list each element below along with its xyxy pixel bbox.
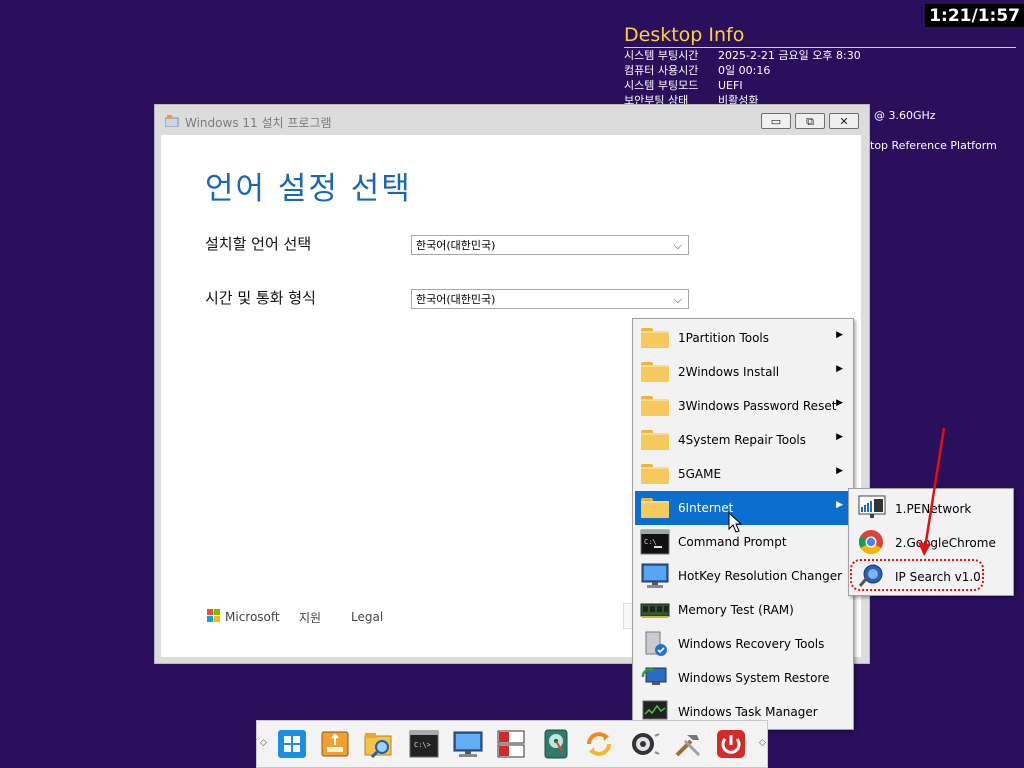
chevron-down-icon: ⌵ [673,293,682,306]
desktop-info-row: 시스템 부팅시간 2025-2-21 금요일 오후 8:30 [624,48,1016,63]
submenu-arrow-icon: ▶ [836,432,843,442]
submenu-arrow-icon: ▶ [836,398,843,408]
window-title: Windows 11 설치 프로그램 [185,116,332,130]
window-titlebar[interactable]: Windows 11 설치 프로그램 ▭ ⧉ ✕ [155,105,869,137]
submenu-arrow-icon: ▶ [836,500,843,510]
command-prompt-icon: C:\ [640,529,670,555]
menu-item-label: Windows System Restore [678,671,830,685]
menu-item-label: Memory Test (RAM) [678,603,794,617]
settings-icon[interactable] [627,727,661,761]
menu-item-label: 5GAME [678,467,722,481]
taskbar-scroll-right-button[interactable]: ◇ [759,738,766,748]
platform-info-text: top Reference Platform [870,139,997,152]
power-icon[interactable] [714,727,748,761]
folder-icon [641,430,669,450]
chrome-icon [858,530,883,555]
menu-item-label: 2Windows Install [678,365,780,379]
desktop-info-panel: Desktop Info 시스템 부팅시간 2025-2-21 금요일 오후 8:… [624,24,1016,108]
ip-search-highlight-annotation [850,559,984,591]
mouse-cursor-icon [728,512,743,533]
folder-icon [641,328,669,348]
submenu-item-label: 1.PENetwork [895,502,972,516]
taskbar: ◇ ◇ C:\> [256,720,768,768]
info-value: 2025-2-21 금요일 오후 8:30 [718,49,861,62]
submenu-arrow-icon: ▶ [836,364,843,374]
restore-button[interactable]: ⧉ [795,113,825,129]
minimize-button[interactable]: ▭ [761,113,791,129]
submenu-arrow-icon: ▶ [836,466,843,476]
menu-item-system-repair[interactable]: 4System Repair Tools ▶ [635,423,851,457]
menu-item-label: 4System Repair Tools [678,433,806,447]
menu-item-partition-tools[interactable]: 1Partition Tools ▶ [635,321,851,355]
menu-item-label: HotKey Resolution Changer [678,569,843,583]
menu-item-game[interactable]: 5GAME ▶ [635,457,851,491]
time-format-select-value: 한국어(대한민국) [416,293,496,306]
info-key: 시스템 부팅모드 [624,79,699,92]
partition-tool-icon[interactable] [494,727,528,761]
windows-start-icon[interactable] [275,727,309,761]
tools-icon[interactable] [671,727,705,761]
menu-item-password-reset[interactable]: 3Windows Password Reset ▶ [635,389,851,423]
folder-icon [641,396,669,416]
language-label: 설치할 언어 선택 [205,235,312,253]
menu-item-label: Command Prompt [678,535,787,549]
cpu-info-text: @ 3.60GHz [874,109,936,122]
monitor-icon [641,563,669,588]
menu-item-windows-install[interactable]: 2Windows Install ▶ [635,355,851,389]
microsoft-brand: Microsoft [225,610,280,624]
menu-item-label: 6Internet [678,501,734,515]
page-title: 언어 설정 선택 [205,171,412,207]
language-select-value: 한국어(대한민국) [416,239,496,252]
folder-icon [641,464,669,484]
command-prompt-icon[interactable]: C:\> [407,727,441,761]
info-value: 0일 00:16 [718,64,771,77]
desktop-info-row: 시스템 부팅모드 UEFI [624,78,1016,93]
submenu-arrow-icon: ▶ [836,330,843,340]
time-format-label: 시간 및 통화 형식 [205,289,316,307]
sync-icon[interactable] [582,727,616,761]
support-link[interactable]: 지원 [299,609,321,626]
recovery-icon [645,631,667,656]
setup-app-icon [165,115,179,127]
svg-text:C:\: C:\ [644,538,657,546]
file-explorer-icon[interactable] [362,727,396,761]
memory-chip-icon [640,603,670,618]
menu-item-recovery-tools[interactable]: Windows Recovery Tools [635,627,851,661]
svg-text:C:\>: C:\> [414,741,431,749]
menu-item-label: 1Partition Tools [678,331,770,345]
microsoft-logo-icon [207,609,221,623]
menu-item-label: 3Windows Password Reset [678,399,837,413]
disk-icon[interactable] [539,727,573,761]
chevron-down-icon: ⌵ [673,239,682,252]
desktop-info-row: 컴퓨터 사용시간 0일 00:16 [624,63,1016,78]
info-key: 컴퓨터 사용시간 [624,64,699,77]
menu-item-system-restore[interactable]: Windows System Restore [635,661,851,695]
menu-item-label: Windows Task Manager [678,705,818,719]
language-select[interactable]: 한국어(대한민국) ⌵ [411,235,689,255]
time-format-select[interactable]: 한국어(대한민국) ⌵ [411,289,689,309]
submenu-item-label: 2.GoogleChrome [895,536,996,550]
folder-icon [641,498,669,518]
network-icon [858,495,886,518]
menu-item-hotkey-resolution[interactable]: HotKey Resolution Changer [635,559,851,593]
desktop-info-title: Desktop Info [624,24,1016,48]
info-value: UEFI [718,79,743,92]
menu-item-memory-test[interactable]: Memory Test (RAM) [635,593,851,627]
legal-link[interactable]: Legal [351,610,383,624]
close-button[interactable]: ✕ [829,113,859,129]
menu-item-label: Windows Recovery Tools [678,637,825,651]
usb-drive-icon[interactable] [318,727,352,761]
system-restore-icon [641,667,667,685]
submenu-item-penetwork[interactable]: 1.PENetwork [851,491,1011,525]
folder-icon [641,362,669,382]
info-key: 시스템 부팅시간 [624,49,699,62]
monitor-icon[interactable] [451,727,485,761]
submenu-item-googlechrome[interactable]: 2.GoogleChrome [851,525,1011,559]
taskbar-scroll-left-button[interactable]: ◇ [260,738,267,748]
